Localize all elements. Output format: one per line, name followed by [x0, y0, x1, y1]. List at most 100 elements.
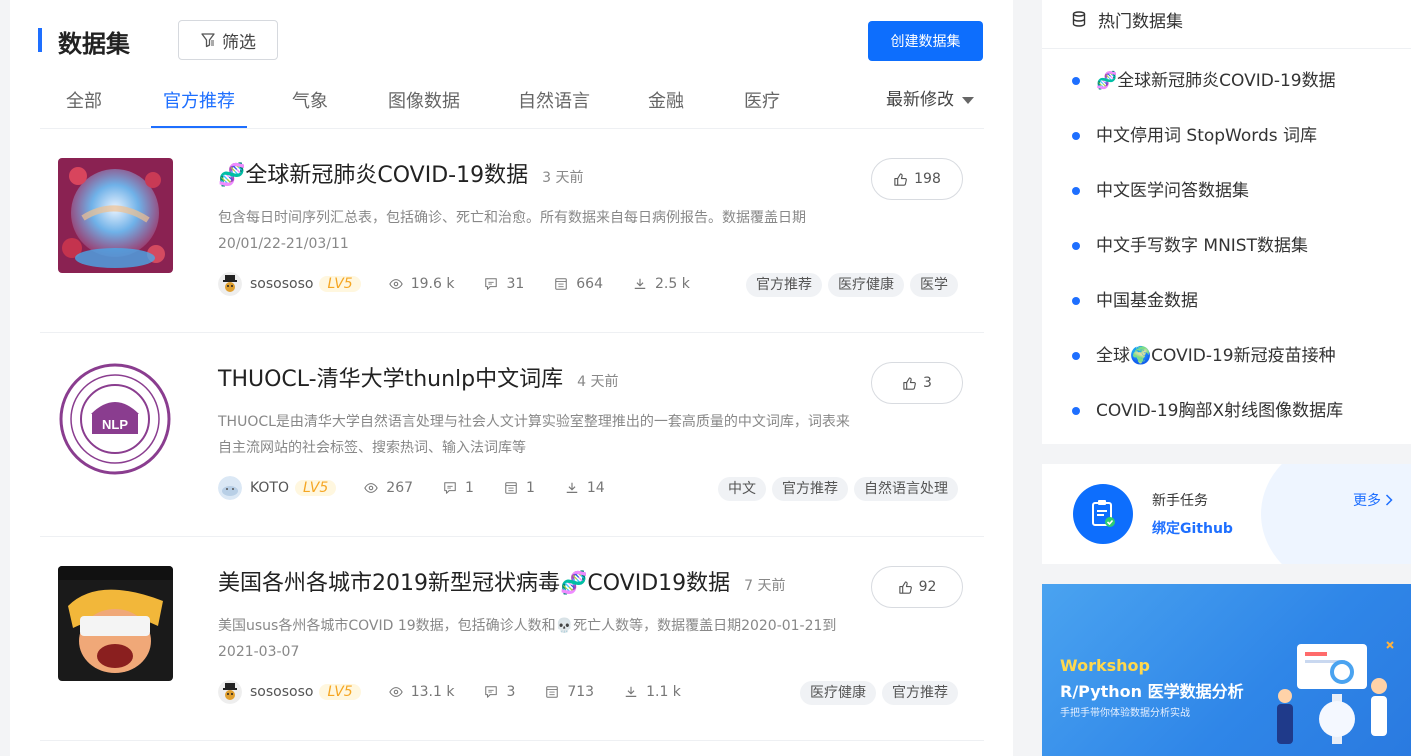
level-badge: LV5 — [319, 276, 361, 292]
tab-natural-language[interactable]: 自然语言 — [518, 76, 590, 128]
dataset-item[interactable]: 美国各州各城市2019新型冠状病毒🧬COVID19数据 7 天前 92 美国us… — [40, 537, 984, 741]
dataset-description: THUOCL是由清华大学自然语言处理与社会人文计算实验室整理推出的一套高质量的中… — [218, 414, 850, 456]
dataset-title-row[interactable]: THUOCL-清华大学thunlp中文词库 4 天前 — [218, 361, 618, 393]
dataset-item[interactable]: NLP THUOCL-清华大学thunlp中文词库 4 天前 3 THUOCL是… — [40, 333, 984, 537]
avatar[interactable] — [218, 680, 242, 704]
views-count: 13.1 k — [410, 684, 455, 700]
avatar[interactable] — [218, 272, 242, 296]
dataset-meta: KOTO LV5 267 1 1 14 — [218, 475, 635, 501]
username[interactable]: KOTO — [250, 480, 289, 496]
comment-icon — [485, 278, 498, 290]
hot-dataset-label[interactable]: COVID-19胸部X射线图像数据库 — [1096, 396, 1343, 426]
filter-button[interactable]: 筛选 — [178, 20, 278, 60]
title-accent-bar — [38, 28, 42, 52]
thumbs-up-icon — [903, 376, 916, 390]
like-count: 92 — [918, 579, 937, 595]
decorative-circle — [1261, 464, 1411, 564]
hot-datasets-list: 🧬全球新冠肺炎COVID-19数据 中文停用词 StopWords 词库 中文医… — [1072, 66, 1343, 451]
hot-dataset-label[interactable]: 全球🌍COVID-19新冠疫苗接种 — [1096, 341, 1336, 371]
create-dataset-button[interactable]: 创建数据集 — [868, 21, 983, 61]
hot-dataset-label[interactable]: 中文手写数字 MNIST数据集 — [1096, 231, 1308, 261]
hot-dataset-label[interactable]: 中文医学问答数据集 — [1096, 176, 1249, 206]
main-panel: 数据集 筛选 创建数据集 全部 官方推荐 气象 图像数据 自然语言 金融 医疗 … — [10, 0, 1013, 756]
tag[interactable]: 官方推荐 — [772, 477, 848, 501]
thumbs-up-icon — [894, 172, 908, 186]
workshop-banner[interactable]: Workshop R/Python 医学数据分析 手把手带你体验数据分析实战 — [1042, 584, 1411, 756]
dataset-item[interactable]: 🧬全球新冠肺炎COVID-19数据 3 天前 198 包含每日时间序列汇总表，包… — [40, 129, 984, 333]
filter-icon — [201, 33, 215, 48]
tab-weather[interactable]: 气象 — [292, 76, 328, 128]
hot-dataset-item[interactable]: 中国基金数据 — [1072, 286, 1343, 341]
bullet-dot — [1072, 77, 1080, 85]
username[interactable]: sosososo — [250, 684, 313, 700]
dataset-thumbnail — [58, 566, 173, 681]
more-link[interactable]: 更多 — [1353, 490, 1393, 510]
username[interactable]: sosososo — [250, 276, 313, 292]
eye-icon — [388, 279, 403, 289]
hot-dataset-item[interactable]: 中文停用词 StopWords 词库 — [1072, 121, 1343, 176]
bind-github-link[interactable]: 绑定Github — [1152, 518, 1233, 538]
tag[interactable]: 官方推荐 — [882, 681, 958, 705]
like-button[interactable]: 3 — [871, 362, 963, 404]
bullet-dot — [1072, 352, 1080, 360]
views-stat: 267 — [364, 480, 413, 496]
hot-dataset-item[interactable]: 中文手写数字 MNIST数据集 — [1072, 231, 1343, 286]
hot-dataset-label[interactable]: 中国基金数据 — [1096, 286, 1198, 316]
tag[interactable]: 中文 — [718, 477, 766, 501]
dataset-title[interactable]: 美国各州各城市2019新型冠状病毒🧬COVID19数据 — [218, 565, 730, 597]
downloads-count: 1.1 k — [646, 684, 681, 700]
comments-count: 3 — [506, 684, 516, 700]
dataset-thumbnail — [58, 158, 173, 273]
hot-dataset-item[interactable]: 全球🌍COVID-19新冠疫苗接种 — [1072, 341, 1343, 396]
tag-list: 医疗健康 官方推荐 — [800, 681, 958, 705]
category-tabs: 全部 官方推荐 气象 图像数据 自然语言 金融 医疗 最新修改 — [40, 76, 984, 129]
tab-all[interactable]: 全部 — [66, 76, 102, 128]
dataset-title-row[interactable]: 🧬全球新冠肺炎COVID-19数据 3 天前 — [218, 157, 583, 189]
files-count: 664 — [576, 276, 603, 292]
dataset-time: 3 天前 — [542, 170, 584, 186]
tag[interactable]: 自然语言处理 — [854, 477, 958, 501]
tag[interactable]: 医疗健康 — [800, 681, 876, 705]
hot-datasets-title: 热门数据集 — [1098, 11, 1183, 32]
tab-official-recommend[interactable]: 官方推荐 — [151, 76, 247, 128]
comments-stat: 3 — [484, 684, 515, 700]
dataset-thumbnail: NLP — [58, 362, 173, 477]
files-stat: 713 — [545, 684, 594, 700]
page-title: 数据集 — [58, 30, 130, 58]
bullet-dot — [1072, 187, 1080, 195]
dataset-description: 包含每日时间序列汇总表，包括确诊、死亡和治愈。所有数据来自每日病例报告。数据覆盖… — [218, 210, 806, 252]
views-count: 19.6 k — [410, 276, 455, 292]
dataset-title[interactable]: 🧬全球新冠肺炎COVID-19数据 — [218, 157, 528, 189]
comments-stat: 1 — [443, 480, 474, 496]
hot-dataset-label[interactable]: 🧬全球新冠肺炎COVID-19数据 — [1096, 66, 1336, 96]
hot-dataset-item[interactable]: COVID-19胸部X射线图像数据库 — [1072, 396, 1343, 451]
file-icon — [546, 686, 559, 698]
downloads-count: 14 — [586, 480, 605, 496]
bullet-dot — [1072, 297, 1080, 305]
sort-dropdown[interactable]: 最新修改 — [886, 76, 974, 124]
banner-illustration — [1277, 641, 1394, 744]
hot-dataset-item[interactable]: 🧬全球新冠肺炎COVID-19数据 — [1072, 66, 1343, 121]
tag[interactable]: 医疗健康 — [828, 273, 904, 297]
like-button[interactable]: 92 — [871, 566, 963, 608]
tab-medical[interactable]: 医疗 — [744, 76, 780, 128]
hot-dataset-item[interactable]: 中文医学问答数据集 — [1072, 176, 1343, 231]
avatar[interactable] — [218, 476, 242, 500]
views-count: 267 — [386, 480, 414, 496]
hot-dataset-label[interactable]: 中文停用词 StopWords 词库 — [1096, 121, 1317, 151]
eye-icon — [364, 483, 378, 493]
banner-workshop: Workshop — [1060, 656, 1150, 675]
tab-finance[interactable]: 金融 — [648, 76, 684, 128]
task-title: 新手任务 — [1152, 493, 1208, 509]
like-button[interactable]: 198 — [871, 158, 963, 200]
tab-image-data[interactable]: 图像数据 — [388, 76, 460, 128]
dataset-title-row[interactable]: 美国各州各城市2019新型冠状病毒🧬COVID19数据 7 天前 — [218, 565, 786, 597]
bullet-dot — [1072, 407, 1080, 415]
like-count: 3 — [923, 375, 932, 391]
level-badge: LV5 — [295, 480, 337, 496]
tag[interactable]: 官方推荐 — [746, 273, 822, 297]
dataset-title[interactable]: THUOCL-清华大学thunlp中文词库 — [218, 361, 563, 393]
tag[interactable]: 医学 — [910, 273, 958, 297]
thumbs-up-icon — [898, 580, 912, 594]
comment-icon — [485, 686, 498, 698]
